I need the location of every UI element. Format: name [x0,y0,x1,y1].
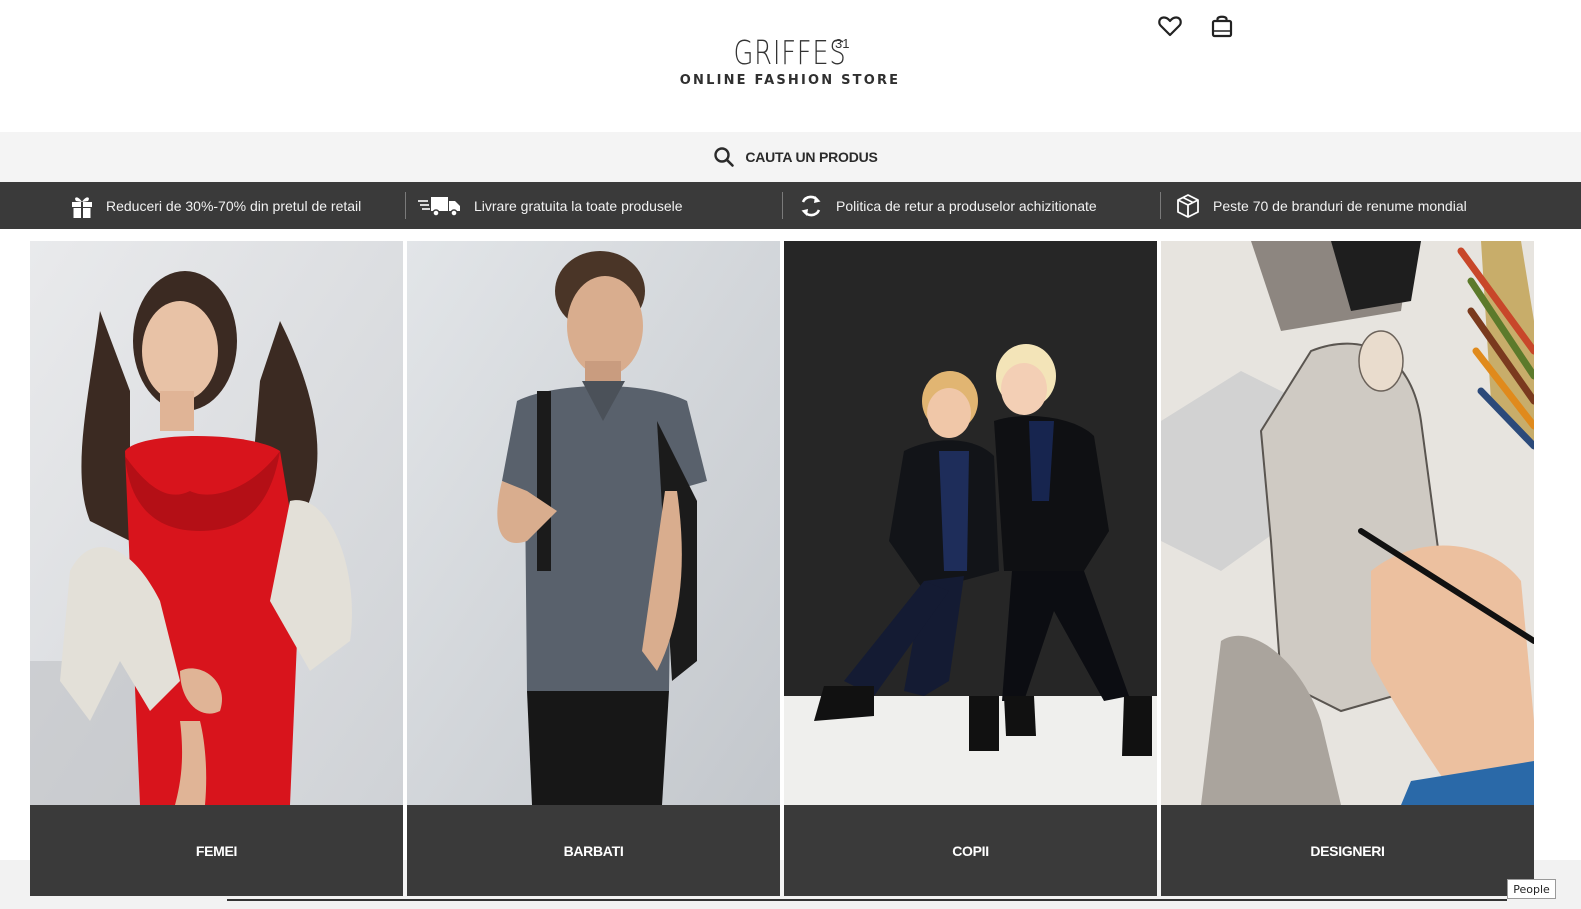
logo-superscript: 31 [835,36,850,51]
category-card-barbati[interactable]: BARBATI [407,241,780,896]
benefit-returns: Politica de retur a produselor achizitio… [798,182,1097,229]
category-card-femei[interactable]: FEMEI [30,241,403,896]
search-icon [714,147,735,167]
people-chip[interactable]: People [1507,879,1556,899]
logo-name: GRIFFES [733,33,847,72]
delivery-truck-icon [418,196,460,217]
search-trigger[interactable]: CAUTA UN PRODUS [713,146,878,168]
benefit-text: Reduceri de 30%-70% din pretul de retail [106,197,362,214]
search-label: CAUTA UN PRODUS [745,149,878,165]
refresh-icon [801,195,821,216]
man-in-grey-polo-with-backpack-photo [407,241,780,805]
category-image-femei[interactable] [30,241,403,805]
cart-button[interactable] [1208,12,1236,40]
category-card-designeri[interactable]: DESIGNERI [1161,241,1534,896]
site-header: GRIFFES 31 ONLINE FASHION STORE [0,0,1581,132]
benefit-text: Livrare gratuita la toate produsele [474,197,683,214]
category-image-barbati[interactable] [407,241,780,805]
category-card-copii[interactable]: COPII [784,241,1157,896]
benefits-bar: Reduceri de 30%-70% din pretul de retail… [0,182,1581,229]
category-label[interactable]: COPII [784,805,1157,896]
category-label[interactable]: DESIGNERI [1161,805,1534,896]
site-logo[interactable]: GRIFFES 31 ONLINE FASHION STORE [640,33,940,89]
hand-drawing-fashion-sketch-photo [1161,241,1534,805]
benefit-text: Politica de retur a produselor achizitio… [836,197,1097,214]
two-boys-in-black-jackets-photo [784,241,1157,805]
category-label[interactable]: FEMEI [30,805,403,896]
benefit-brands: Peste 70 de branduri de renume mondial [1175,182,1467,229]
horizontal-scrollbar[interactable] [227,899,1507,901]
heart-icon [1158,16,1182,37]
benefit-delivery: Livrare gratuita la toate produsele [418,182,683,229]
category-image-designeri[interactable] [1161,241,1534,805]
box-icon [1177,193,1199,218]
search-bar[interactable]: CAUTA UN PRODUS [0,132,1581,182]
benefit-divider [1160,192,1161,219]
shopping-bag-icon [1211,15,1233,38]
category-label[interactable]: BARBATI [407,805,780,896]
benefit-divider [405,192,406,219]
woman-in-red-ruffled-top-photo [30,241,403,805]
wishlist-button[interactable] [1156,12,1184,40]
benefit-discount: Reduceri de 30%-70% din pretul de retail [70,182,361,229]
logo-tagline: ONLINE FASHION STORE [679,73,901,88]
benefit-divider [782,192,783,219]
category-image-copii[interactable] [784,241,1157,805]
gift-icon [72,196,92,218]
benefit-text: Peste 70 de branduri de renume mondial [1213,197,1467,214]
